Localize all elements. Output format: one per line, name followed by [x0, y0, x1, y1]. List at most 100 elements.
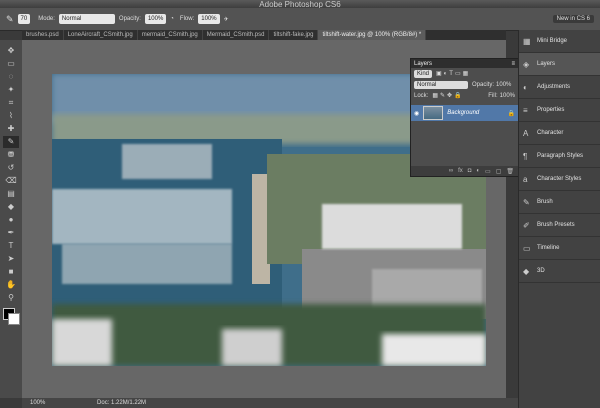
new-in-cs6-button[interactable]: New in CS 6	[552, 15, 594, 23]
dock-item-paragraph-styles[interactable]: ¶ Paragraph Styles	[519, 145, 600, 168]
eraser-tool-icon[interactable]: ⌫	[3, 175, 19, 187]
fill-label: Fill:	[488, 92, 498, 99]
move-tool-icon[interactable]: ✥	[3, 45, 19, 57]
brush-size-picker[interactable]: 70	[17, 14, 31, 24]
brush-presets-icon: ✐	[523, 220, 530, 230]
tools-panel: ✥ ▭ ◌ ✦ ⌗ ⌇ ✚ ✎ ⛃ ↺ ⌫ ▤ ◆ ● ✒ T ➤ ■ ✋ ⚲	[0, 40, 23, 398]
filter-icons[interactable]: ▣◐T▭▦	[436, 70, 470, 77]
tab-brushes[interactable]: brushes.psd	[22, 30, 64, 40]
airbrush-icon[interactable]: ✈	[224, 16, 229, 23]
hand-tool-icon[interactable]: ✋	[3, 279, 19, 291]
layer-row-background[interactable]: ◉ Background 🔒	[411, 105, 518, 121]
dock-item-label: Character Styles	[537, 176, 582, 182]
tab-tiltshift-fake[interactable]: tiltshift-fake.jpg	[269, 30, 319, 40]
dock-item-label: Properties	[537, 107, 565, 113]
layer-opacity-value[interactable]: 100%	[496, 82, 511, 88]
type-tool-icon[interactable]: T	[3, 240, 19, 252]
layers-panel-title: Layers	[414, 60, 433, 67]
character-styles-icon: a	[523, 174, 528, 184]
dodge-tool-icon[interactable]: ●	[3, 214, 19, 226]
new-layer-icon[interactable]: ▢	[496, 168, 502, 175]
dock-item-label: Layers	[537, 61, 556, 67]
kind-filter-select[interactable]: Kind	[414, 69, 433, 78]
zoom-tool-icon[interactable]: ⚲	[3, 292, 19, 304]
dock-item-label: Brush Presets	[537, 222, 575, 228]
dock-item-character[interactable]: A Character	[519, 122, 600, 145]
fx-icon[interactable]: fx	[458, 168, 463, 174]
document-tabs: brushes.psd LoneAircraft_CSmith.jpg merm…	[22, 30, 506, 40]
mode-select[interactable]: Normal	[58, 14, 115, 24]
lock-label: Lock:	[414, 92, 429, 99]
brush-icon: ✎	[523, 197, 530, 207]
paragraph-styles-icon: ¶	[523, 151, 528, 161]
status-bar: 100% Doc: 1.22M/1.22M	[22, 398, 518, 408]
dock-item-3d[interactable]: ◆ 3D	[519, 260, 600, 283]
layer-thumbnail	[423, 106, 444, 120]
adjustments-icon: ◐	[523, 82, 528, 92]
layer-opacity-label: Opacity:	[472, 81, 495, 88]
dock-item-brush-presets[interactable]: ✐ Brush Presets	[519, 214, 600, 237]
blur-tool-icon[interactable]: ◆	[3, 201, 19, 213]
blend-mode-select[interactable]: Normal	[414, 80, 468, 89]
trash-icon[interactable]: 🗑	[506, 168, 514, 175]
visibility-eye-icon[interactable]: ◉	[414, 110, 419, 117]
tab-mermaid-psd[interactable]: Mermaid_CSmith.psd	[203, 30, 270, 40]
3d-icon: ◆	[523, 266, 530, 276]
dock-item-label: Brush	[537, 199, 553, 205]
mode-label: Mode:	[38, 16, 55, 22]
dock-item-properties[interactable]: ≡ Properties	[519, 99, 600, 122]
brush-tool-icon[interactable]: ✎	[3, 136, 19, 148]
dock-item-timeline[interactable]: ▭ Timeline	[519, 237, 600, 260]
zoom-level[interactable]: 100%	[30, 400, 45, 406]
link-icon[interactable]: ∞	[449, 168, 453, 174]
layer-lock-icon: 🔒	[507, 110, 515, 117]
dock-item-mini-bridge[interactable]: ▦ Mini Bridge	[519, 30, 600, 53]
brush-tool-preset-icon[interactable]: ✎	[6, 14, 14, 25]
dock-item-brush[interactable]: ✎ Brush	[519, 191, 600, 214]
panel-dock: ▦ Mini Bridge ◈ Layers ◐ Adjustments ≡ Properti…	[518, 30, 600, 408]
shape-tool-icon[interactable]: ■	[3, 266, 19, 278]
dock-item-label: Character	[537, 130, 564, 136]
opacity-label: Opacity:	[118, 16, 141, 22]
history-brush-tool-icon[interactable]: ↺	[3, 162, 19, 174]
clone-stamp-tool-icon[interactable]: ⛃	[3, 149, 19, 161]
layer-name: Background	[447, 110, 480, 116]
eyedropper-tool-icon[interactable]: ⌇	[3, 110, 19, 122]
dock-item-label: Timeline	[537, 245, 560, 251]
gradient-tool-icon[interactable]: ▤	[3, 188, 19, 200]
healing-tool-icon[interactable]: ✚	[3, 123, 19, 135]
properties-icon: ≡	[523, 105, 528, 115]
panel-menu-icon[interactable]: ≡	[511, 61, 515, 67]
dock-item-adjustments[interactable]: ◐ Adjustments	[519, 76, 600, 99]
opacity-input[interactable]: 100%	[144, 14, 167, 24]
layers-footer: ∞ fx ◘ ◐ ▭ ▢ 🗑	[411, 166, 518, 176]
pen-tool-icon[interactable]: ✒	[3, 227, 19, 239]
dock-item-character-styles[interactable]: a Character Styles	[519, 168, 600, 191]
adjustment-layer-icon[interactable]: ◐	[476, 168, 480, 174]
mask-icon[interactable]: ◘	[468, 168, 472, 174]
tab-lone-aircraft[interactable]: LoneAircraft_CSmith.jpg	[64, 30, 138, 40]
mini-bridge-icon: ▦	[523, 36, 531, 46]
lock-icons[interactable]: ▦✎✥🔒	[432, 92, 463, 99]
marquee-tool-icon[interactable]: ▭	[3, 58, 19, 70]
tab-tiltshift-water[interactable]: tiltshift-water.jpg @ 100% (RGB/8#) *	[318, 30, 427, 40]
group-icon[interactable]: ▭	[485, 168, 491, 175]
pressure-opacity-icon[interactable]: ◔	[170, 16, 174, 22]
window-title: Adobe Photoshop CS6	[0, 0, 600, 9]
layers-panel: Layers ≡ Kind ▣◐T▭▦ Normal Opacity: 100% Loc…	[410, 58, 519, 177]
flow-input[interactable]: 100%	[198, 14, 220, 24]
timeline-icon: ▭	[523, 243, 531, 253]
dock-item-label: Mini Bridge	[537, 38, 568, 44]
tab-mermaid-jpg[interactable]: mermaid_CSmith.jpg	[138, 30, 203, 40]
doc-size: Doc: 1.22M/1.22M	[97, 400, 147, 406]
quick-select-tool-icon[interactable]: ✦	[3, 84, 19, 96]
crop-tool-icon[interactable]: ⌗	[3, 97, 19, 109]
dock-item-label: Paragraph Styles	[537, 153, 584, 159]
flow-label: Flow:	[179, 16, 195, 22]
options-bar: ✎ 70 Mode: Normal Opacity: 100% ◔ Flow: …	[0, 8, 600, 31]
fill-value[interactable]: 100%	[500, 93, 515, 99]
lasso-tool-icon[interactable]: ◌	[3, 71, 19, 83]
path-select-tool-icon[interactable]: ➤	[3, 253, 19, 265]
dock-item-layers[interactable]: ◈ Layers	[519, 53, 600, 76]
color-swatches[interactable]	[3, 308, 20, 325]
